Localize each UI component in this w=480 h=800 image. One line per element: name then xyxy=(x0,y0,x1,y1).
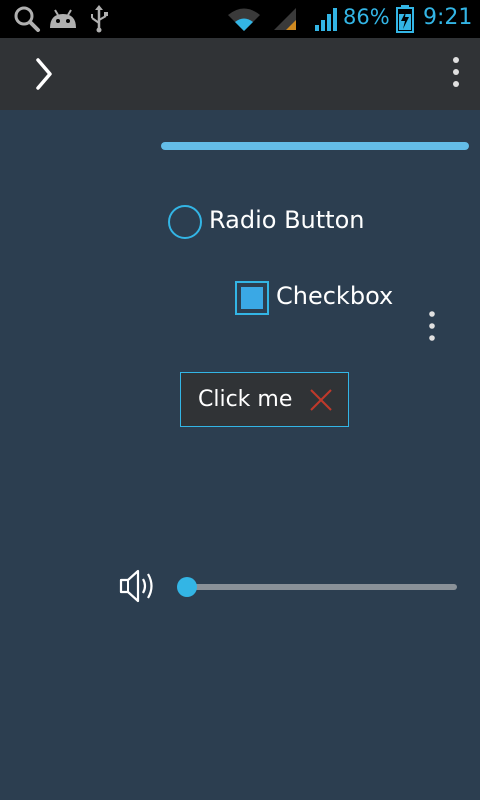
android-icon xyxy=(50,9,76,28)
wifi-icon xyxy=(228,8,260,31)
usb-icon xyxy=(91,5,108,33)
chip-label: Click me xyxy=(198,387,293,412)
click-me-chip[interactable]: Click me xyxy=(180,372,349,427)
chevron-right-icon[interactable] xyxy=(30,56,58,92)
volume-icon xyxy=(119,569,153,603)
action-bar xyxy=(0,38,480,110)
status-bar: 86% 9:21 xyxy=(0,0,480,38)
search-icon xyxy=(14,6,40,32)
volume-slider-thumb[interactable] xyxy=(177,577,197,597)
progress-fill xyxy=(161,142,469,150)
overflow-menu-icon[interactable] xyxy=(424,310,440,346)
overflow-menu-icon[interactable] xyxy=(446,56,466,92)
volume-slider-track[interactable] xyxy=(187,584,457,590)
signal-icon xyxy=(274,8,296,30)
radio-button-label: Radio Button xyxy=(209,206,365,234)
cell-signal-icon xyxy=(315,8,337,31)
clock: 9:21 xyxy=(423,5,473,30)
checkbox-fill xyxy=(241,287,263,309)
radio-button[interactable] xyxy=(168,205,202,239)
progress-bar xyxy=(161,142,469,150)
battery-percent: 86% xyxy=(343,5,390,29)
battery-charging-icon xyxy=(396,5,414,33)
checkbox-label: Checkbox xyxy=(276,282,394,310)
close-icon[interactable] xyxy=(309,388,333,412)
checkbox[interactable] xyxy=(235,281,269,315)
